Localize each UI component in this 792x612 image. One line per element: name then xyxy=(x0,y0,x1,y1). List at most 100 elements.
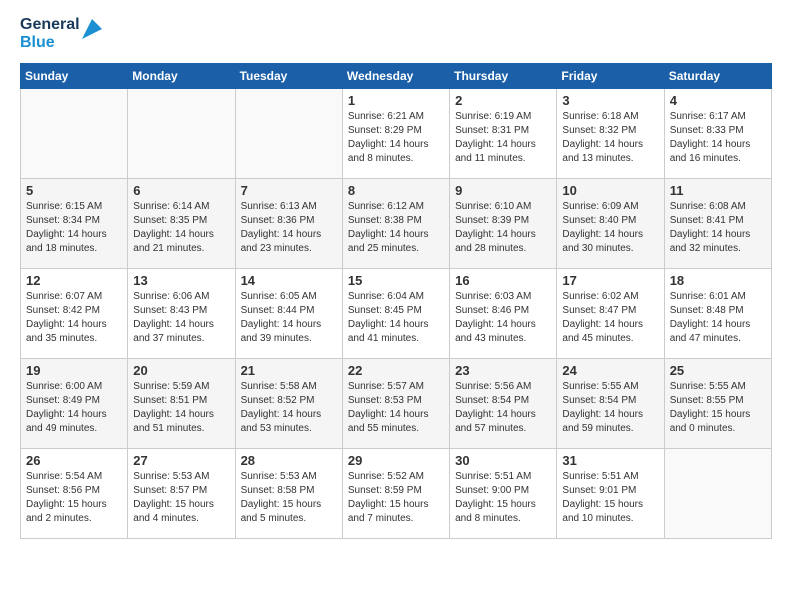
day-info: Sunset: 8:42 PM xyxy=(26,304,122,318)
day-info: Sunrise: 5:59 AM xyxy=(133,380,229,394)
day-info: Sunrise: 5:58 AM xyxy=(241,380,337,394)
day-info: Sunrise: 6:09 AM xyxy=(562,200,658,214)
day-info: Daylight: 14 hours xyxy=(562,318,658,332)
day-info: Daylight: 14 hours xyxy=(348,318,444,332)
day-info: Sunset: 8:57 PM xyxy=(133,484,229,498)
day-header-wednesday: Wednesday xyxy=(342,63,449,88)
day-info: and 0 minutes. xyxy=(670,422,766,436)
day-info: Daylight: 15 hours xyxy=(348,498,444,512)
day-info: Sunrise: 6:04 AM xyxy=(348,290,444,304)
day-info: Daylight: 14 hours xyxy=(562,228,658,242)
day-info: and 49 minutes. xyxy=(26,422,122,436)
day-info: Sunrise: 5:56 AM xyxy=(455,380,551,394)
day-info: and 51 minutes. xyxy=(133,422,229,436)
calendar-cell: 21 Sunrise: 5:58 AMSunset: 8:52 PMDayligh… xyxy=(235,358,342,448)
calendar-cell: 20Sunrise: 5:59 AMSunset: 8:51 PMDayligh… xyxy=(128,358,235,448)
logo-blue: Blue xyxy=(20,34,80,52)
calendar-cell: 7Sunrise: 6:13 AMSunset: 8:36 PMDaylight… xyxy=(235,178,342,268)
logo: General Blue xyxy=(20,16,102,53)
day-info: Daylight: 14 hours xyxy=(26,228,122,242)
day-info: Sunset: 8:32 PM xyxy=(562,124,658,138)
day-info: Sunrise: 5:57 AM xyxy=(348,380,444,394)
calendar-cell: 1Sunrise: 6:21 AMSunset: 8:29 PMDaylight… xyxy=(342,88,449,178)
page-header: General Blue xyxy=(20,16,772,53)
day-info: Sunset: 8:55 PM xyxy=(670,394,766,408)
day-info: Sunset: 8:38 PM xyxy=(348,214,444,228)
day-info: Daylight: 14 hours xyxy=(348,228,444,242)
day-info: Sunrise: 6:05 AM xyxy=(241,290,337,304)
day-header-tuesday: Tuesday xyxy=(235,63,342,88)
calendar-cell: 11Sunrise: 6:08 AMSunset: 8:41 PMDayligh… xyxy=(664,178,771,268)
day-info: Sunset: 8:58 PM xyxy=(241,484,337,498)
calendar-cell xyxy=(664,448,771,538)
day-number: 10 xyxy=(562,183,658,198)
day-info: Sunset: 8:52 PM xyxy=(241,394,337,408)
day-info: Sunrise: 6:18 AM xyxy=(562,110,658,124)
day-info: Sunset: 8:44 PM xyxy=(241,304,337,318)
day-number: 21 xyxy=(241,363,337,378)
day-number: 6 xyxy=(133,183,229,198)
day-info: Sunrise: 6:06 AM xyxy=(133,290,229,304)
day-info: Sunset: 8:39 PM xyxy=(455,214,551,228)
day-header-saturday: Saturday xyxy=(664,63,771,88)
day-info: Sunrise: 6:13 AM xyxy=(241,200,337,214)
day-info: and 35 minutes. xyxy=(26,332,122,346)
day-info: Daylight: 14 hours xyxy=(348,138,444,152)
day-header-monday: Monday xyxy=(128,63,235,88)
day-info: Sunset: 8:29 PM xyxy=(348,124,444,138)
day-info: and 45 minutes. xyxy=(562,332,658,346)
day-info: Sunset: 8:31 PM xyxy=(455,124,551,138)
day-info: and 41 minutes. xyxy=(348,332,444,346)
day-number: 28 xyxy=(241,453,337,468)
day-info: Daylight: 14 hours xyxy=(670,228,766,242)
day-info: Sunrise: 6:21 AM xyxy=(348,110,444,124)
day-info: Sunset: 8:46 PM xyxy=(455,304,551,318)
day-info: Daylight: 14 hours xyxy=(670,318,766,332)
day-info: Sunset: 8:43 PM xyxy=(133,304,229,318)
day-info: Daylight: 14 hours xyxy=(455,408,551,422)
day-info: and 16 minutes. xyxy=(670,152,766,166)
calendar-cell: 29Sunrise: 5:52 AMSunset: 8:59 PMDayligh… xyxy=(342,448,449,538)
calendar-cell: 3Sunrise: 6:18 AMSunset: 8:32 PMDaylight… xyxy=(557,88,664,178)
day-number: 31 xyxy=(562,453,658,468)
calendar-cell: 14Sunrise: 6:05 AMSunset: 8:44 PMDayligh… xyxy=(235,268,342,358)
day-header-row: SundayMondayTuesdayWednesdayThursdayFrid… xyxy=(21,63,772,88)
day-info: Sunrise: 6:10 AM xyxy=(455,200,551,214)
day-number: 19 xyxy=(26,363,122,378)
day-info: Daylight: 14 hours xyxy=(26,318,122,332)
day-info: and 11 minutes. xyxy=(455,152,551,166)
day-number: 13 xyxy=(133,273,229,288)
calendar-table: SundayMondayTuesdayWednesdayThursdayFrid… xyxy=(20,63,772,539)
day-info: Sunset: 8:48 PM xyxy=(670,304,766,318)
day-info: Sunset: 8:49 PM xyxy=(26,394,122,408)
day-number: 2 xyxy=(455,93,551,108)
day-info: Daylight: 14 hours xyxy=(455,138,551,152)
day-info: and 25 minutes. xyxy=(348,242,444,256)
calendar-cell: 8Sunrise: 6:12 AMSunset: 8:38 PMDaylight… xyxy=(342,178,449,268)
day-info: and 7 minutes. xyxy=(348,512,444,526)
day-info: Sunrise: 5:51 AM xyxy=(455,470,551,484)
day-info: Daylight: 14 hours xyxy=(241,408,337,422)
calendar-cell: 24Sunrise: 5:55 AMSunset: 8:54 PMDayligh… xyxy=(557,358,664,448)
day-info: Daylight: 14 hours xyxy=(562,408,658,422)
day-number: 5 xyxy=(26,183,122,198)
day-info: Sunrise: 5:53 AM xyxy=(133,470,229,484)
day-info: Daylight: 15 hours xyxy=(241,498,337,512)
calendar-cell: 27Sunrise: 5:53 AMSunset: 8:57 PMDayligh… xyxy=(128,448,235,538)
day-info: Daylight: 14 hours xyxy=(241,228,337,242)
day-info: and 13 minutes. xyxy=(562,152,658,166)
day-number: 25 xyxy=(670,363,766,378)
day-info: and 30 minutes. xyxy=(562,242,658,256)
day-info: and 57 minutes. xyxy=(455,422,551,436)
day-info: Sunset: 9:00 PM xyxy=(455,484,551,498)
day-info: Daylight: 14 hours xyxy=(455,228,551,242)
day-info: and 21 minutes. xyxy=(133,242,229,256)
day-info: and 28 minutes. xyxy=(455,242,551,256)
logo-text: General Blue xyxy=(20,16,102,53)
calendar-cell: 25Sunrise: 5:55 AMSunset: 8:55 PMDayligh… xyxy=(664,358,771,448)
day-info: Sunrise: 6:19 AM xyxy=(455,110,551,124)
day-number: 27 xyxy=(133,453,229,468)
calendar-cell: 31Sunrise: 5:51 AMSunset: 9:01 PMDayligh… xyxy=(557,448,664,538)
day-info: Sunset: 8:36 PM xyxy=(241,214,337,228)
day-info: Sunrise: 6:02 AM xyxy=(562,290,658,304)
